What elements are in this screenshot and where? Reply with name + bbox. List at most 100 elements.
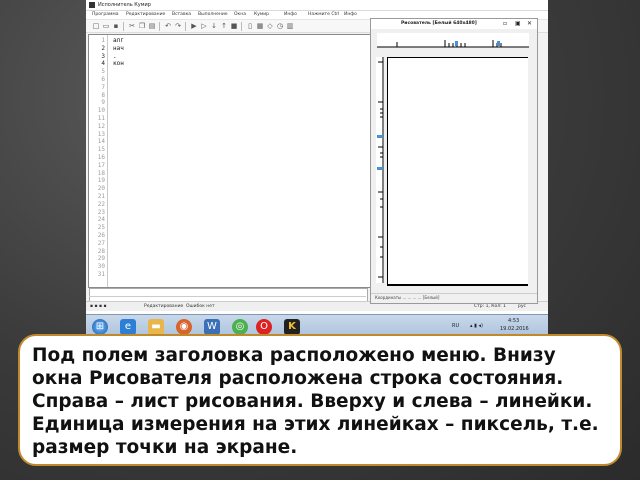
line-number: 14 bbox=[97, 138, 105, 146]
caption-text: Под полем заголовка расположено меню. Вн… bbox=[32, 345, 599, 458]
line-number: 4 bbox=[101, 60, 105, 68]
toolbar-divider bbox=[241, 22, 242, 31]
line-number: 18 bbox=[97, 169, 105, 177]
line-number: 12 bbox=[97, 122, 105, 130]
tray-time[interactable]: 4:53 bbox=[508, 318, 519, 325]
line-number: 20 bbox=[97, 185, 105, 193]
step-into-icon[interactable]: ↓ bbox=[210, 22, 218, 30]
line-number: 13 bbox=[97, 130, 105, 138]
drawer-title: Рисователь [Белый 640x480] bbox=[401, 21, 477, 26]
line-number: 30 bbox=[97, 263, 105, 271]
line-number: 29 bbox=[97, 255, 105, 263]
line-number: 3 bbox=[101, 52, 105, 60]
line-number: 16 bbox=[97, 154, 105, 161]
code-editor[interactable]: 1 2 3 4 5 6 7 8 9 10 11 12 13 14 15 16 17 18 19 20 21 22 23 24 2… bbox=[88, 34, 400, 288]
menu-item-edit[interactable]: Редактирование bbox=[126, 11, 165, 19]
app-icon bbox=[89, 2, 95, 8]
undo-icon[interactable]: ↶ bbox=[164, 22, 172, 30]
kumir-taskbar-icon[interactable]: K bbox=[284, 319, 300, 335]
menu-item-hint[interactable]: Нажмите Ctrl bbox=[308, 11, 339, 19]
line-number: 23 bbox=[97, 208, 105, 216]
line-number: 6 bbox=[101, 76, 105, 83]
line-number: 19 bbox=[97, 177, 105, 185]
line-number: 2 bbox=[101, 44, 105, 52]
window-title: Исполнитель Кумир bbox=[98, 2, 151, 8]
line-number: 26 bbox=[97, 232, 105, 239]
redo-icon[interactable]: ↷ bbox=[174, 22, 182, 30]
cut-icon[interactable]: ✂ bbox=[128, 22, 136, 30]
status-icons: ▪ ▪ ▪ ▪ bbox=[90, 304, 107, 309]
horizontal-ruler bbox=[377, 33, 529, 48]
robot-icon[interactable]: ▦ bbox=[256, 22, 264, 30]
caption-box: Под полем заголовка расположено меню. Вн… bbox=[18, 334, 622, 466]
tray-icons[interactable]: ▴ ▮ ◂) bbox=[470, 323, 483, 330]
step-out-icon[interactable]: ↑ bbox=[220, 22, 228, 30]
menu-item-insert[interactable]: Вставка bbox=[172, 11, 191, 19]
watch-icon[interactable]: ◷ bbox=[276, 22, 284, 30]
drawer-status-bar: Координаты ... ... ... ... [Белый] bbox=[371, 293, 537, 302]
tray-date[interactable]: 19.02.2016 bbox=[500, 326, 529, 333]
code-line[interactable]: алг bbox=[113, 37, 124, 45]
line-number: 5 bbox=[101, 68, 105, 76]
line-number: 28 bbox=[97, 247, 105, 255]
menu-item-windows[interactable]: Окна bbox=[234, 11, 246, 19]
toolbar-divider bbox=[159, 22, 160, 31]
status-mode: Редактирование bbox=[144, 304, 184, 309]
line-number: 24 bbox=[97, 216, 105, 224]
drawer-status-text: Координаты ... ... ... ... [Белый] bbox=[375, 295, 440, 300]
screenshot-area: Исполнитель Кумир Программа Редактирован… bbox=[86, 0, 548, 338]
menu-item-program[interactable]: Программа bbox=[92, 11, 119, 19]
line-number: 7 bbox=[101, 83, 105, 91]
copy-icon[interactable]: ❐ bbox=[138, 22, 146, 30]
open-file-icon[interactable]: ▭ bbox=[102, 22, 110, 30]
grid-icon[interactable]: ▥ bbox=[286, 22, 294, 30]
line-number: 22 bbox=[97, 200, 105, 208]
drawer-icon[interactable]: ▯ bbox=[246, 22, 254, 30]
step-icon[interactable]: ▷ bbox=[200, 22, 208, 30]
start-button-icon[interactable]: ⊞ bbox=[92, 319, 108, 335]
save-icon[interactable]: ▪ bbox=[112, 22, 120, 30]
drawer-close-icon[interactable]: ▣ bbox=[515, 19, 521, 29]
firefox-icon[interactable]: ◉ bbox=[176, 319, 192, 335]
ie-icon[interactable]: e bbox=[120, 319, 136, 335]
folder-icon[interactable]: ▬ bbox=[148, 319, 164, 335]
menu-item-info-2[interactable]: Инфо bbox=[344, 11, 357, 19]
run-icon[interactable]: ▶ bbox=[190, 22, 198, 30]
chrome-icon[interactable]: ◎ bbox=[232, 319, 248, 335]
vertical-ruler-ticks bbox=[377, 57, 384, 283]
title-bar: Исполнитель Кумир bbox=[86, 0, 548, 11]
line-number: 11 bbox=[97, 115, 105, 122]
vertical-ruler bbox=[376, 57, 384, 283]
code-line[interactable]: кон bbox=[113, 60, 124, 68]
code-line[interactable]: нач bbox=[113, 45, 124, 53]
paste-icon[interactable]: ▤ bbox=[148, 22, 156, 30]
menu-item-run[interactable]: Выполнение bbox=[198, 11, 228, 19]
menu-item-info[interactable]: Инфо bbox=[284, 11, 297, 19]
line-number: 9 bbox=[101, 99, 105, 107]
opera-icon[interactable]: O bbox=[256, 319, 272, 335]
word-icon[interactable]: W bbox=[204, 319, 220, 335]
toolbar-divider bbox=[123, 22, 124, 31]
drawer-minimize-icon[interactable]: ▫ bbox=[503, 19, 507, 29]
line-number: 1 bbox=[101, 37, 105, 44]
drawer-title-bar: Рисователь [Белый 640x480] ▫ ▣ ✕ bbox=[371, 19, 537, 29]
line-number: 8 bbox=[101, 91, 105, 99]
line-number: 15 bbox=[97, 146, 105, 154]
new-file-icon[interactable]: □ bbox=[92, 22, 100, 30]
console-divider bbox=[89, 296, 366, 300]
menu-item-kumir[interactable]: Кумир bbox=[254, 11, 269, 19]
line-number: 31 bbox=[97, 271, 105, 278]
code-line[interactable]: . bbox=[113, 53, 117, 61]
line-number: 10 bbox=[97, 107, 105, 115]
kumir-window: Исполнитель Кумир Программа Редактирован… bbox=[86, 0, 548, 311]
line-number: 17 bbox=[97, 161, 105, 169]
drawer-close-x-icon[interactable]: ✕ bbox=[527, 19, 532, 29]
turtle-icon[interactable]: ◇ bbox=[266, 22, 274, 30]
toolbar-divider bbox=[185, 22, 186, 31]
drawing-sheet[interactable] bbox=[387, 57, 528, 286]
tray-language[interactable]: RU bbox=[452, 323, 459, 330]
line-number-gutter: 1 2 3 4 5 6 7 8 9 10 11 12 13 14 15 16 17 18 19 20 21 22 23 24 2… bbox=[89, 35, 108, 287]
stop-icon[interactable]: ■ bbox=[230, 22, 238, 30]
line-number: 25 bbox=[97, 224, 105, 232]
drawer-window: Рисователь [Белый 640x480] ▫ ▣ ✕ Координ… bbox=[370, 18, 538, 304]
